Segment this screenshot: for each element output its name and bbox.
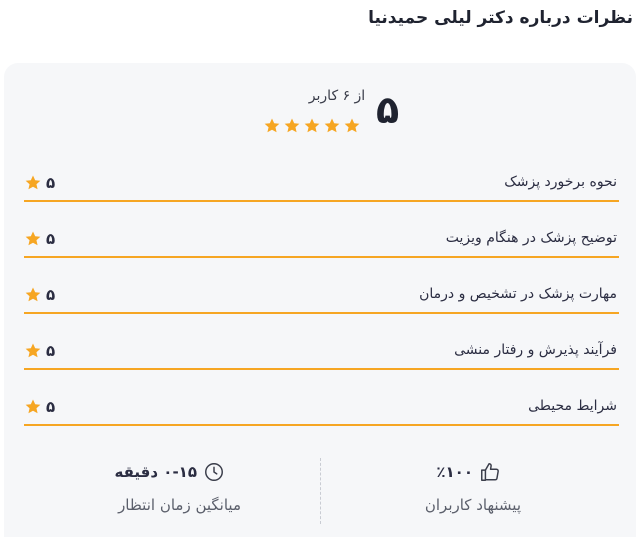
rating-score: ۵ [24, 230, 55, 248]
rating-label: شرایط محیطی [528, 398, 617, 414]
rating-row: توضیح پزشک در هنگام ویزیت ۵ [24, 228, 619, 258]
recommend-value: ٪۱۰۰ [436, 463, 473, 481]
rating-label: نحوه برخورد پزشک [504, 174, 617, 190]
star-icon [25, 399, 41, 414]
star-icon [25, 231, 41, 246]
overall-score: ۵ [376, 88, 400, 132]
thumbs-up-icon [481, 463, 499, 481]
rating-row: فرآیند پذیرش و رفتار منشی ۵ [24, 340, 619, 370]
rating-value: ۵ [46, 230, 56, 248]
rating-score: ۵ [24, 342, 55, 360]
wait-time-label: میانگین زمان انتظار [118, 496, 241, 514]
recommend-stat: ٪۱۰۰ [436, 461, 501, 483]
recommend-label: پیشنهاد کاربران [424, 496, 521, 514]
reviewer-count: از ۶ کاربر [308, 88, 366, 104]
clock-icon [205, 463, 223, 481]
star-icon [344, 118, 360, 133]
wait-time-value: ۰-۱۵ دقیقه [114, 463, 197, 481]
rating-label: توضیح پزشک در هنگام ویزیت [445, 230, 617, 246]
star-icon [25, 175, 41, 190]
rating-label: مهارت پزشک در تشخیص و درمان [419, 286, 617, 302]
rating-row: شرایط محیطی ۵ [24, 396, 619, 426]
rating-row: مهارت پزشک در تشخیص و درمان ۵ [24, 284, 619, 314]
section-title: نظرات درباره دکتر لیلی حمیدنیا [368, 8, 633, 28]
overall-stars [263, 117, 361, 135]
stats-divider [320, 458, 321, 524]
rating-value: ۵ [46, 342, 56, 360]
rating-value: ۵ [46, 286, 56, 304]
rating-score: ۵ [24, 398, 55, 416]
star-icon [25, 343, 41, 358]
star-icon [324, 118, 340, 133]
rating-label: فرآیند پذیرش و رفتار منشی [454, 342, 617, 358]
rating-row: نحوه برخورد پزشک ۵ [24, 172, 619, 202]
rating-score: ۵ [24, 174, 55, 192]
doctor-reviews-section: نظرات درباره دکتر لیلی حمیدنیا ۵ از ۶ کا… [0, 0, 639, 537]
rating-score: ۵ [24, 286, 55, 304]
wait-time-stat: ۰-۱۵ دقیقه [115, 461, 225, 483]
star-icon [284, 118, 300, 133]
star-icon [264, 118, 280, 133]
rating-value: ۵ [46, 398, 56, 416]
star-icon [25, 287, 41, 302]
star-icon [304, 118, 320, 133]
rating-value: ۵ [46, 174, 56, 192]
